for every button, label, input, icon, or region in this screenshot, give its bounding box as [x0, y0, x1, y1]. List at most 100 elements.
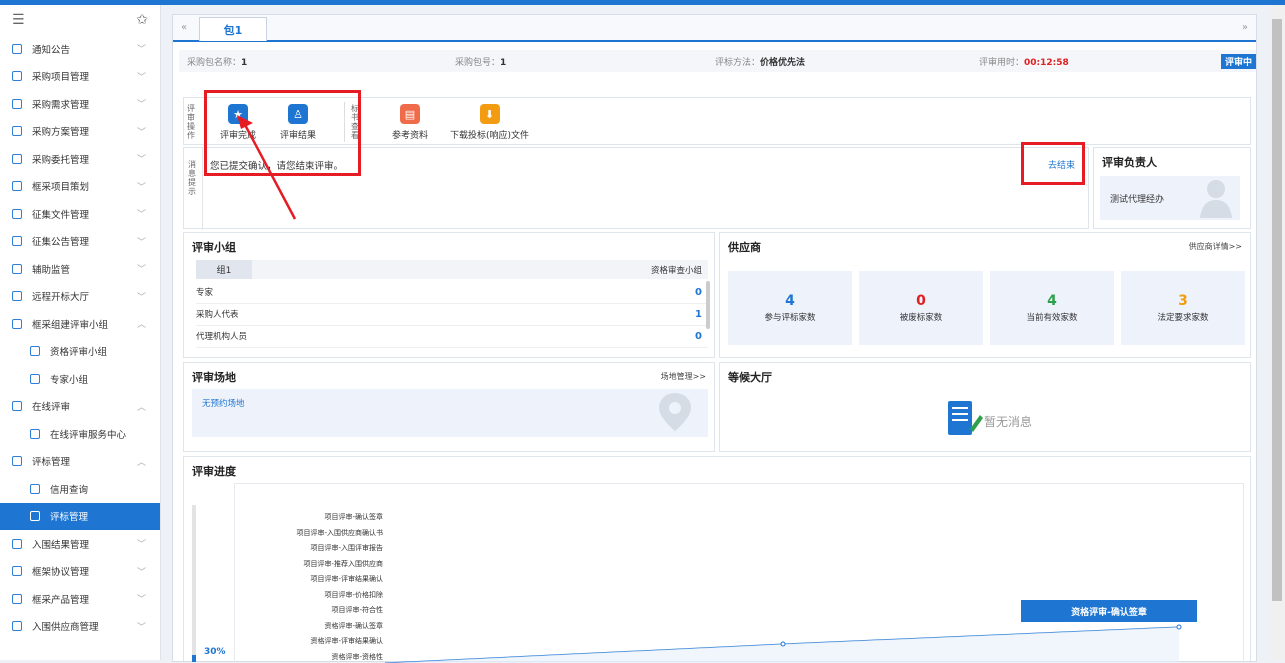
group-row: 代理机构人员 0 — [196, 325, 708, 348]
sidebar-item[interactable]: 远程开标大厅 ﹀ — [0, 283, 160, 311]
sidebar-item[interactable]: 入围结果管理 ﹀ — [0, 530, 160, 558]
sidebar-item[interactable]: 信用查询 — [0, 475, 160, 503]
review-time: 评审用时：00:12:58 — [979, 57, 1069, 68]
sidebar-item-label: 入围供应商管理 — [32, 622, 99, 634]
sidebar-item[interactable]: 框采组建评审小组 ︿ — [0, 310, 160, 338]
stat-label: 被废标家数 — [899, 313, 943, 323]
tab-group-1[interactable]: 组1 — [196, 260, 252, 279]
menu-icon — [12, 456, 22, 467]
sidebar-item-label: 入围结果管理 — [32, 539, 90, 551]
sidebar-item-label: 采购方案管理 — [32, 127, 90, 139]
no-venue-text: 无预约场地 — [202, 399, 245, 409]
sidebar-item[interactable]: 资格评审小组 — [0, 338, 160, 366]
supplier-title: 供应商 — [728, 241, 761, 254]
stat-number: 3 — [1178, 293, 1188, 309]
menu-icon — [12, 208, 22, 219]
page-scrollbar[interactable] — [1269, 5, 1285, 660]
sidebar-item[interactable]: 征集文件管理 ﹀ — [0, 200, 160, 228]
sidebar-item-label: 征集公告管理 — [32, 237, 90, 249]
menu-icon — [30, 346, 40, 357]
sidebar-item[interactable]: 框架协议管理 ﹀ — [0, 558, 160, 586]
leader-card: 测试代理经办 — [1100, 176, 1240, 220]
waiting-hall-title: 等候大厅 — [728, 371, 772, 384]
group-row-value: 0 — [695, 330, 702, 342]
document-icon: ▤ — [400, 104, 420, 124]
chevron-icon: ﹀ — [136, 100, 146, 111]
menu-icon — [12, 593, 22, 604]
menu-icon — [12, 263, 22, 274]
location-pin-icon — [650, 391, 700, 438]
scroll-right-icon[interactable]: » — [1242, 22, 1248, 33]
menu-toggle-icon[interactable]: ☰ — [12, 12, 25, 28]
venue-manage-link[interactable]: 场地管理>> — [661, 371, 706, 382]
sidebar-item[interactable]: 采购方案管理 ﹀ — [0, 118, 160, 146]
download-bid-file-button[interactable]: ⬇ 下载投标(响应)文件 — [450, 104, 529, 141]
progress-chart: 项目评审-确认签章 项目评审-入围供应商确认书 项目评审-入围评审报告 项目评审-推荐… — [234, 483, 1244, 663]
sidebar-item[interactable]: 评标管理 ︿ — [0, 448, 160, 476]
scrollbar[interactable] — [706, 281, 710, 329]
chevron-icon: ﹀ — [136, 237, 146, 248]
sidebar-item-label: 评标管理 — [50, 512, 89, 524]
reference-material-button[interactable]: ▤ 参考资料 — [392, 104, 428, 141]
menu-icon — [12, 71, 22, 82]
venue-card: 无预约场地 — [192, 389, 708, 437]
sidebar-item[interactable]: 评标管理 — [0, 502, 160, 530]
sidebar-item-label: 在线评审 — [32, 402, 71, 414]
sidebar-item[interactable]: 入围供应商管理 ﹀ — [0, 613, 160, 641]
supplier-stat-card: 4 当前有效家数 — [990, 271, 1114, 345]
sidebar-item-label: 专家小组 — [50, 374, 89, 386]
sidebar-item[interactable]: 框采产品管理 ﹀ — [0, 585, 160, 613]
top-header-bar — [0, 0, 1285, 5]
stat-number: 0 — [916, 293, 926, 309]
chevron-icon: ﹀ — [136, 182, 146, 193]
group-row-value: 0 — [695, 286, 702, 298]
chevron-icon: ﹀ — [136, 292, 146, 303]
sidebar-item-label: 辅助监管 — [32, 264, 71, 276]
sidebar-item-label: 资格评审小组 — [50, 347, 108, 359]
chevron-icon: ﹀ — [136, 595, 146, 606]
pin-icon[interactable]: ✩ — [136, 12, 148, 28]
group-row-label: 采购人代表 — [196, 310, 239, 320]
scrollbar-thumb[interactable] — [1272, 19, 1282, 601]
sidebar-item[interactable]: 辅助监管 ﹀ — [0, 255, 160, 283]
sidebar-item[interactable]: 通知公告 ﹀ — [0, 35, 160, 63]
supplier-detail-link[interactable]: 供应商详情>> — [1189, 241, 1242, 252]
menu-icon — [12, 43, 22, 54]
sidebar-item[interactable]: 框采项目策划 ﹀ — [0, 173, 160, 201]
no-message-text: 暂无消息 — [984, 415, 1033, 429]
progress-track — [192, 505, 196, 662]
sidebar-item-label: 远程开标大厅 — [32, 292, 90, 304]
menu-icon — [12, 318, 22, 329]
group-row-label: 代理机构人员 — [196, 332, 248, 342]
sidebar-item[interactable]: 在线评审 ︿ — [0, 393, 160, 421]
leader-name: 测试代理经办 — [1110, 195, 1165, 205]
scroll-left-icon[interactable]: « — [181, 22, 187, 33]
sidebar-header: ☰ ✩ — [0, 5, 160, 35]
progress-percent: 30% — [204, 647, 226, 657]
qualification-group-label: 资格审查小组 — [650, 266, 702, 276]
chevron-icon: ﹀ — [136, 155, 146, 166]
sidebar-item-label: 框采产品管理 — [32, 594, 90, 606]
sidebar-item-label: 采购委托管理 — [32, 154, 90, 166]
sidebar-item[interactable]: 征集公告管理 ﹀ — [0, 228, 160, 256]
sidebar-item[interactable]: 专家小组 — [0, 365, 160, 393]
menu-icon — [12, 291, 22, 302]
supplier-stat-card: 0 被废标家数 — [859, 271, 983, 345]
venue-title: 评审场地 — [192, 371, 236, 384]
sidebar-item[interactable]: 采购需求管理 ﹀ — [0, 90, 160, 118]
divider — [202, 148, 203, 230]
stat-number: 4 — [785, 293, 795, 309]
menu-icon — [12, 401, 22, 412]
tab-package-1[interactable]: 包1 — [199, 17, 267, 41]
supplier-stat-card: 4 参与评标家数 — [728, 271, 852, 345]
group-row: 采购人代表 1 — [196, 303, 708, 326]
chevron-icon: ﹀ — [136, 567, 146, 578]
sidebar-item[interactable]: 采购项目管理 ﹀ — [0, 63, 160, 91]
chevron-icon: ﹀ — [136, 622, 146, 633]
chevron-icon: ﹀ — [136, 45, 146, 56]
sidebar-item[interactable]: 在线评审服务中心 — [0, 420, 160, 448]
evaluation-method: 评标方法：价格优先法 — [715, 57, 806, 68]
menu-icon — [12, 153, 22, 164]
highlight-box — [1021, 142, 1085, 185]
sidebar-item[interactable]: 采购委托管理 ﹀ — [0, 145, 160, 173]
